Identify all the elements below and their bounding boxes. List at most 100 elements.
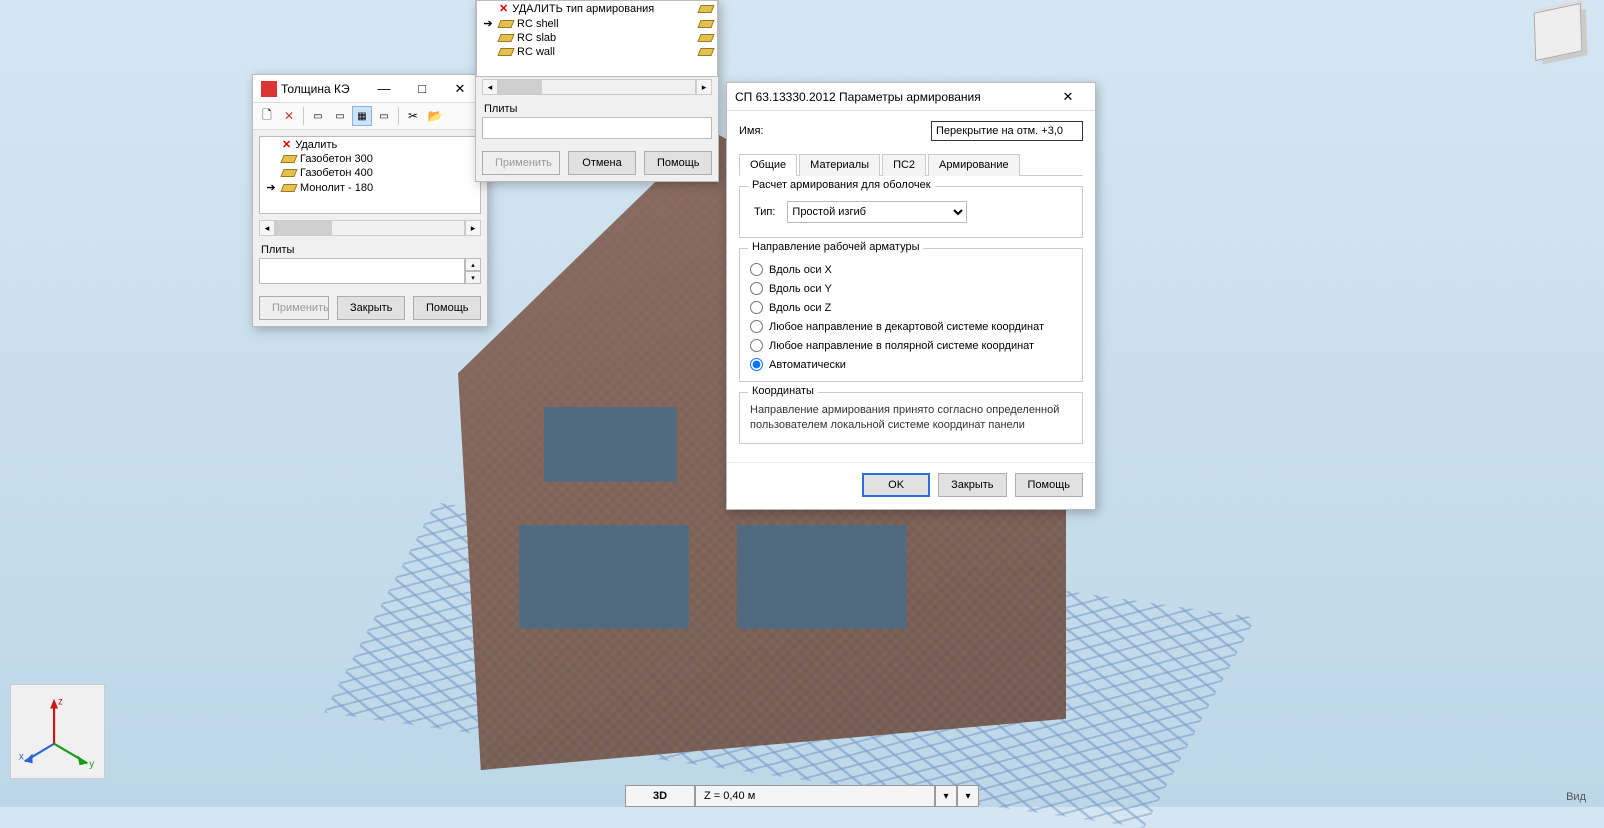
layout-icon-1[interactable]: ▭ <box>308 106 328 126</box>
layer-icon <box>280 169 297 177</box>
tab-пс2[interactable]: ПС2 <box>882 154 926 176</box>
apply-button[interactable]: Применить <box>259 296 329 320</box>
shell-calc-group: Расчет армирования для оболочек Тип: Про… <box>739 186 1083 238</box>
radio-option[interactable]: Любое направление в декартовой системе к… <box>750 320 1072 333</box>
radio-input[interactable] <box>750 320 763 333</box>
hscrollbar[interactable]: ◂ ▸ <box>482 79 712 95</box>
hscrollbar[interactable]: ◂ ▸ <box>259 220 481 236</box>
close-button[interactable]: ✕ <box>441 76 479 102</box>
layout-icon-2[interactable]: ▭ <box>330 106 350 126</box>
radio-input[interactable] <box>750 301 763 314</box>
status-bar: 3D Z = 0,40 м ▾ ▾ <box>625 785 979 807</box>
tab-материалы[interactable]: Материалы <box>799 154 880 176</box>
new-icon[interactable]: 🗋 <box>257 106 277 126</box>
coordinates-group: Координаты Направление армирования приня… <box>739 392 1083 444</box>
scroll-track[interactable] <box>275 220 465 236</box>
radio-option[interactable]: Вдоль оси Z <box>750 301 1072 314</box>
titlebar[interactable]: СП 63.13330.2012 Параметры армирования ✕ <box>727 83 1095 111</box>
list-item-label: Газобетон 400 <box>300 167 373 179</box>
radio-input[interactable] <box>750 339 763 352</box>
list-item[interactable]: ✕УДАЛИТЬ тип армирования <box>477 1 717 16</box>
plates-input[interactable] <box>482 117 712 139</box>
status-dropdown-1[interactable]: ▾ <box>935 785 957 807</box>
selection-arrow-icon: ➔ <box>481 17 495 30</box>
close-button[interactable]: ✕ <box>1049 84 1087 110</box>
plates-combo[interactable]: ▴ ▾ <box>259 258 481 284</box>
rebar-direction-group: Направление рабочей арматуры Вдоль оси X… <box>739 248 1083 382</box>
group-title: Координаты <box>748 385 818 397</box>
list-item[interactable]: RC wall <box>477 45 717 59</box>
list-item[interactable]: ✕Удалить <box>260 137 480 152</box>
open-icon[interactable]: 📂 <box>425 106 445 126</box>
rc-type-list[interactable]: ✕УДАЛИТЬ тип армирования➔RC shellRC slab… <box>476 1 718 77</box>
apply-button[interactable]: Применить <box>482 151 560 175</box>
help-button[interactable]: Помощь <box>413 296 481 320</box>
delete-icon: ✕ <box>499 2 508 15</box>
name-label: Имя: <box>739 125 763 137</box>
dialog-rc-types: ✕УДАЛИТЬ тип армирования➔RC shellRC slab… <box>475 0 719 182</box>
tab-общие[interactable]: Общие <box>739 154 797 176</box>
spin-up-icon[interactable]: ▴ <box>465 258 481 271</box>
scroll-right-icon[interactable]: ▸ <box>696 79 712 95</box>
radio-input[interactable] <box>750 263 763 276</box>
axis-z-label: z <box>58 697 63 708</box>
radio-input[interactable] <box>750 358 763 371</box>
cancel-button[interactable]: Отмена <box>568 151 636 175</box>
layer-icon <box>280 155 297 163</box>
status-view-mode[interactable]: 3D <box>625 785 695 807</box>
name-input[interactable] <box>931 121 1083 141</box>
radio-option[interactable]: Автоматически <box>750 358 1072 371</box>
list-item-label: RC slab <box>517 32 556 44</box>
dialog-fe-thickness: Толщина КЭ — □ ✕ 🗋 ✕ ▭ ▭ ▦ ▭ ✂ 📂 ✕Удалит… <box>252 74 488 327</box>
close-button[interactable]: Закрыть <box>337 296 405 320</box>
titlebar[interactable]: Толщина КЭ — □ ✕ <box>253 75 487 103</box>
axis-widget[interactable]: x y z <box>10 684 105 779</box>
ok-button[interactable]: OK <box>862 473 930 497</box>
radio-label: Вдоль оси X <box>769 264 832 276</box>
scroll-track[interactable] <box>498 79 696 95</box>
type-label: Тип: <box>754 206 775 218</box>
delete-icon[interactable]: ✕ <box>279 106 299 126</box>
list-item[interactable]: Газобетон 300 <box>260 152 480 166</box>
scroll-thumb[interactable] <box>276 221 332 235</box>
close-button[interactable]: Закрыть <box>938 473 1006 497</box>
radio-label: Автоматически <box>769 359 846 371</box>
radio-input[interactable] <box>750 282 763 295</box>
cut-icon[interactable]: ✂ <box>403 106 423 126</box>
layout-icon-4[interactable]: ▭ <box>374 106 394 126</box>
list-item-label: RC wall <box>517 46 555 58</box>
layout-icon-3[interactable]: ▦ <box>352 106 372 126</box>
tab-армирование[interactable]: Армирование <box>928 154 1020 176</box>
list-item[interactable]: ➔RC shell <box>477 16 717 31</box>
coordinates-text: Направление армирования принято согласно… <box>750 403 1072 433</box>
status-dropdown-2[interactable]: ▾ <box>957 785 979 807</box>
spin-down-icon[interactable]: ▾ <box>465 271 481 284</box>
radio-option[interactable]: Вдоль оси X <box>750 263 1072 276</box>
window-title: Толщина КЭ <box>281 82 350 96</box>
radio-label: Вдоль оси Y <box>769 283 832 295</box>
material-list[interactable]: ✕УдалитьГазобетон 300 Газобетон 400➔Монол… <box>259 136 481 214</box>
list-item-label: Удалить <box>295 139 337 151</box>
radio-option[interactable]: Вдоль оси Y <box>750 282 1072 295</box>
separator <box>303 107 304 125</box>
help-button[interactable]: Помощь <box>644 151 712 175</box>
list-item[interactable]: Газобетон 400 <box>260 166 480 180</box>
view-cube[interactable] <box>1534 3 1583 61</box>
layer-icon <box>697 34 714 42</box>
minimize-button[interactable]: — <box>365 76 403 102</box>
scroll-right-icon[interactable]: ▸ <box>465 220 481 236</box>
list-item-label: Газобетон 300 <box>300 153 373 165</box>
help-button[interactable]: Помощь <box>1015 473 1084 497</box>
radio-option[interactable]: Любое направление в полярной системе коо… <box>750 339 1072 352</box>
type-select[interactable]: Простой изгиб <box>787 201 967 223</box>
toolbar: 🗋 ✕ ▭ ▭ ▦ ▭ ✂ 📂 <box>253 103 487 130</box>
status-z-coord[interactable]: Z = 0,40 м <box>695 785 935 807</box>
list-item[interactable]: RC slab <box>477 31 717 45</box>
list-item[interactable]: ➔Монолит - 180 <box>260 180 480 195</box>
maximize-button[interactable]: □ <box>403 76 441 102</box>
scroll-thumb[interactable] <box>499 80 542 94</box>
scroll-left-icon[interactable]: ◂ <box>259 220 275 236</box>
radio-label: Вдоль оси Z <box>769 302 831 314</box>
plates-input[interactable] <box>259 258 465 284</box>
scroll-left-icon[interactable]: ◂ <box>482 79 498 95</box>
